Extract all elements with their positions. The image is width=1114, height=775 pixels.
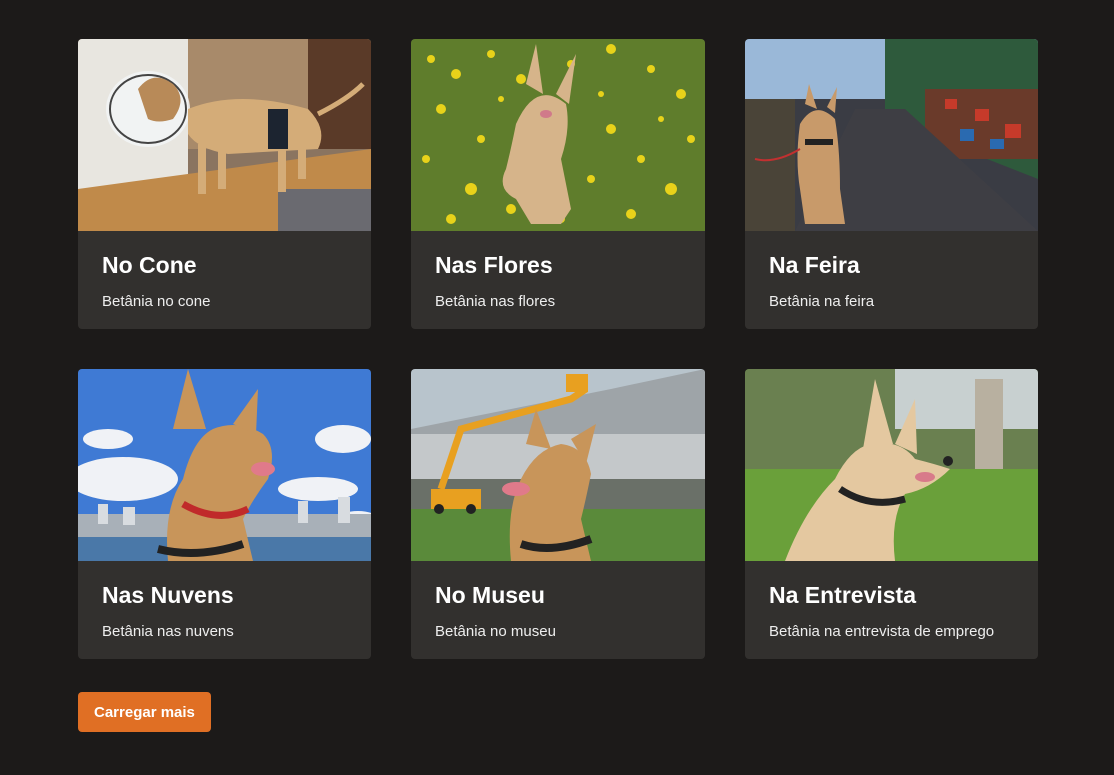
photo-gallery: No Cone Betânia no cone Nas Flores Betân… bbox=[78, 39, 1038, 659]
dog-in-clouds-photo bbox=[78, 369, 371, 561]
dog-with-cone-photo bbox=[78, 39, 371, 231]
gallery-card-no-cone[interactable]: No Cone Betânia no cone bbox=[78, 39, 371, 329]
card-title: Nas Flores bbox=[435, 252, 553, 278]
card-description: Betânia na entrevista de emprego bbox=[769, 623, 995, 640]
dog-at-museum-photo bbox=[411, 369, 705, 561]
gallery-card-na-entrevista[interactable]: Na Entrevista Betânia na entrevista de e… bbox=[745, 369, 1038, 659]
gallery-card-na-feira[interactable]: Na Feira Betânia na feira bbox=[745, 39, 1038, 329]
card-title: Na Feira bbox=[769, 252, 860, 278]
gallery-card-no-museu[interactable]: No Museu Betânia no museu bbox=[411, 369, 705, 659]
dog-at-interview-photo bbox=[745, 369, 1038, 561]
load-more-button[interactable]: Carregar mais bbox=[78, 692, 211, 732]
card-description: Betânia no museu bbox=[435, 623, 556, 640]
dog-at-market-photo bbox=[745, 39, 1038, 231]
card-title: No Cone bbox=[102, 252, 197, 278]
dog-in-flowers-photo bbox=[411, 39, 705, 231]
card-description: Betânia no cone bbox=[102, 293, 211, 310]
gallery-card-nas-nuvens[interactable]: Nas Nuvens Betânia nas nuvens bbox=[78, 369, 371, 659]
card-description: Betânia na feira bbox=[769, 293, 875, 310]
card-title: Na Entrevista bbox=[769, 582, 917, 608]
card-description: Betânia nas nuvens bbox=[102, 623, 234, 640]
card-title: No Museu bbox=[435, 582, 545, 608]
card-description: Betânia nas flores bbox=[435, 293, 556, 310]
card-title: Nas Nuvens bbox=[102, 582, 234, 608]
gallery-card-nas-flores[interactable]: Nas Flores Betânia nas flores bbox=[411, 39, 705, 329]
